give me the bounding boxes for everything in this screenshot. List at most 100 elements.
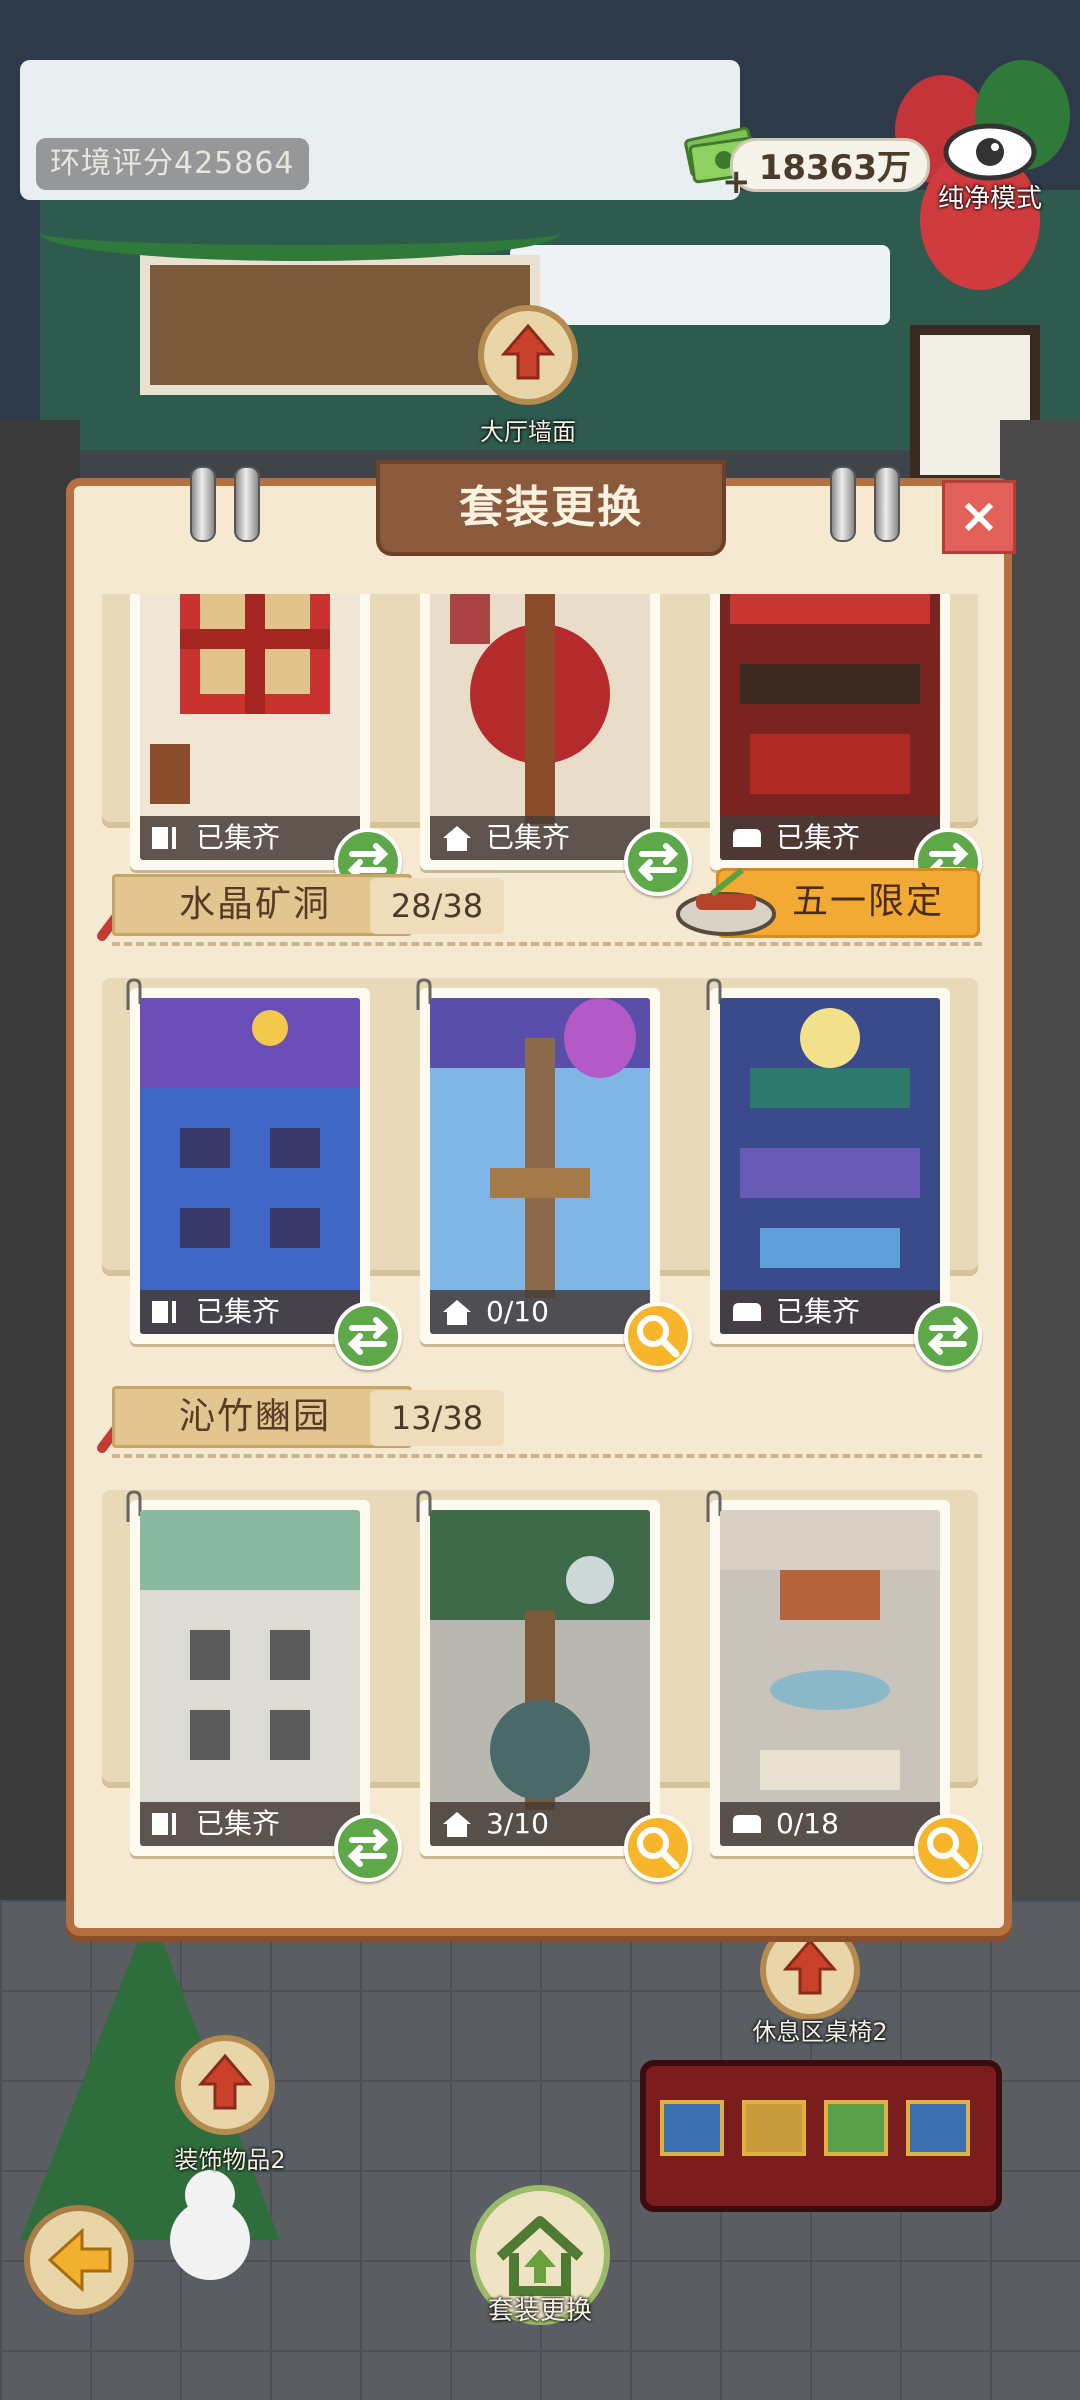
gift-icon: [660, 2100, 724, 2156]
collection-status: 已集齐: [776, 1295, 861, 1328]
environment-score: 环境评分425864: [36, 138, 309, 190]
swap-icon: [347, 1829, 389, 1867]
suit-progress: 13/38: [370, 1390, 504, 1446]
binder-ring: [830, 466, 856, 542]
collection-status: 0/18: [776, 1807, 839, 1840]
suit-thumbnail: 0/18: [720, 1510, 940, 1846]
close-icon: ×: [958, 488, 1000, 544]
suit-thumbnail: 0/10: [430, 998, 650, 1334]
suit-thumbnail: 已集齐: [140, 594, 360, 860]
binder-ring: [234, 466, 260, 542]
suit-row: 已集齐: [102, 594, 982, 896]
suit-card[interactable]: 已集齐: [126, 1490, 402, 1882]
suit-card[interactable]: 已集齐: [706, 978, 982, 1370]
snowy-awning: [510, 245, 890, 325]
arrow-up-icon: [782, 1938, 838, 1995]
sofa-icon: [733, 1303, 761, 1321]
suit-card[interactable]: 0/18: [706, 1490, 982, 1882]
suit-section-header: 沁竹豳园 13/38: [86, 1376, 992, 1458]
suit-card[interactable]: 已集齐: [126, 978, 402, 1370]
collection-status: 已集齐: [196, 1807, 281, 1840]
binder-ring: [874, 466, 900, 542]
suit-change-dialog: 套装更换 × 已集齐 已集齐 已集齐 水晶矿洞 28/38 五一限定 已集齐 0…: [66, 460, 1016, 1936]
status-bar: 已集齐: [720, 816, 940, 860]
binder-ring: [190, 466, 216, 542]
skewer-dish-icon: [676, 867, 776, 936]
suit-thumbnail: 已集齐: [430, 594, 650, 860]
dialog-title: 套装更换: [376, 460, 726, 556]
collection-status: 已集齐: [196, 821, 281, 854]
suit-thumbnail: 已集齐: [720, 998, 940, 1334]
suit-name: 沁竹豳园: [112, 1386, 412, 1448]
rest-area-label: 休息区桌椅2: [752, 2018, 888, 2046]
status-bar: 已集齐: [140, 816, 360, 860]
table-icon: [152, 1813, 176, 1835]
right-wall: [1000, 420, 1080, 1920]
add-money-icon[interactable]: +: [722, 162, 751, 202]
suit-card[interactable]: 已集齐: [710, 594, 982, 896]
status-bar: 3/10: [430, 1802, 650, 1846]
gift-icon: [906, 2100, 970, 2156]
search-icon: [927, 1827, 970, 1870]
collection-status: 0/10: [486, 1295, 549, 1328]
house-icon: [443, 1812, 471, 1837]
suit-thumbnail: 已集齐: [720, 594, 940, 860]
search-icon: [637, 1315, 680, 1358]
search-icon: [637, 1827, 680, 1870]
status-bar: 0/10: [430, 1290, 650, 1334]
hall-wall-button[interactable]: [478, 305, 578, 405]
status-bar: 已集齐: [140, 1802, 360, 1846]
search-button[interactable]: [624, 1814, 692, 1882]
house-icon: [443, 1300, 471, 1325]
suit-card[interactable]: 0/10: [416, 978, 692, 1370]
arrow-up-icon: [197, 2053, 253, 2110]
collection-status: 已集齐: [486, 821, 571, 854]
swap-button[interactable]: [334, 1302, 402, 1370]
suit-card[interactable]: 已集齐: [130, 594, 402, 896]
table-icon: [152, 827, 176, 849]
house-icon: [443, 826, 471, 851]
arrow-left-icon: [47, 2227, 112, 2293]
money-counter: 18363万: [730, 138, 930, 192]
suit-name: 水晶矿洞: [112, 874, 412, 936]
swap-icon: [927, 1317, 969, 1355]
suit-row: 已集齐: [102, 1490, 982, 1882]
suit-change-label[interactable]: 套装更换: [450, 2290, 630, 2327]
pure-mode-label[interactable]: 纯净模式: [910, 178, 1070, 215]
swap-icon: [347, 1317, 389, 1355]
search-button[interactable]: [914, 1814, 982, 1882]
restaurant-window: [140, 255, 540, 395]
sofa-icon: [733, 829, 761, 847]
status-bar: 已集齐: [720, 1290, 940, 1334]
suit-section-header: 水晶矿洞 28/38 五一限定: [86, 864, 992, 946]
gift-boxes: [660, 2100, 970, 2160]
hall-wall-label: 大厅墙面: [480, 418, 576, 446]
christmas-garland: [40, 205, 560, 261]
search-button[interactable]: [624, 1302, 692, 1370]
sofa-icon: [733, 1815, 761, 1833]
close-button[interactable]: ×: [942, 480, 1016, 554]
collection-status: 已集齐: [776, 821, 861, 854]
status-bar: 0/18: [720, 1802, 940, 1846]
back-button[interactable]: [24, 2205, 134, 2315]
section-divider: [112, 942, 982, 946]
status-bar: 已集齐: [140, 1290, 360, 1334]
gift-icon: [824, 2100, 888, 2156]
arrow-up-icon: [500, 323, 556, 380]
suit-row: 已集齐: [102, 978, 982, 1370]
suit-thumbnail: 3/10: [430, 1510, 650, 1846]
collection-status: 3/10: [486, 1807, 549, 1840]
table-icon: [152, 1301, 176, 1323]
decor-item-button[interactable]: [175, 2035, 275, 2135]
suit-thumbnail: 已集齐: [140, 1510, 360, 1846]
status-bar: 已集齐: [430, 816, 650, 860]
suit-card[interactable]: 3/10: [416, 1490, 692, 1882]
suit-progress: 28/38: [370, 878, 504, 934]
section-divider: [112, 1454, 982, 1458]
suit-card[interactable]: 已集齐: [420, 594, 692, 896]
swap-button[interactable]: [914, 1302, 982, 1370]
collection-status: 已集齐: [196, 1295, 281, 1328]
suit-list[interactable]: 已集齐 已集齐 已集齐 水晶矿洞 28/38 五一限定 已集齐 0/10 已集齐…: [86, 594, 992, 1912]
suit-thumbnail: 已集齐: [140, 998, 360, 1334]
swap-button[interactable]: [334, 1814, 402, 1882]
